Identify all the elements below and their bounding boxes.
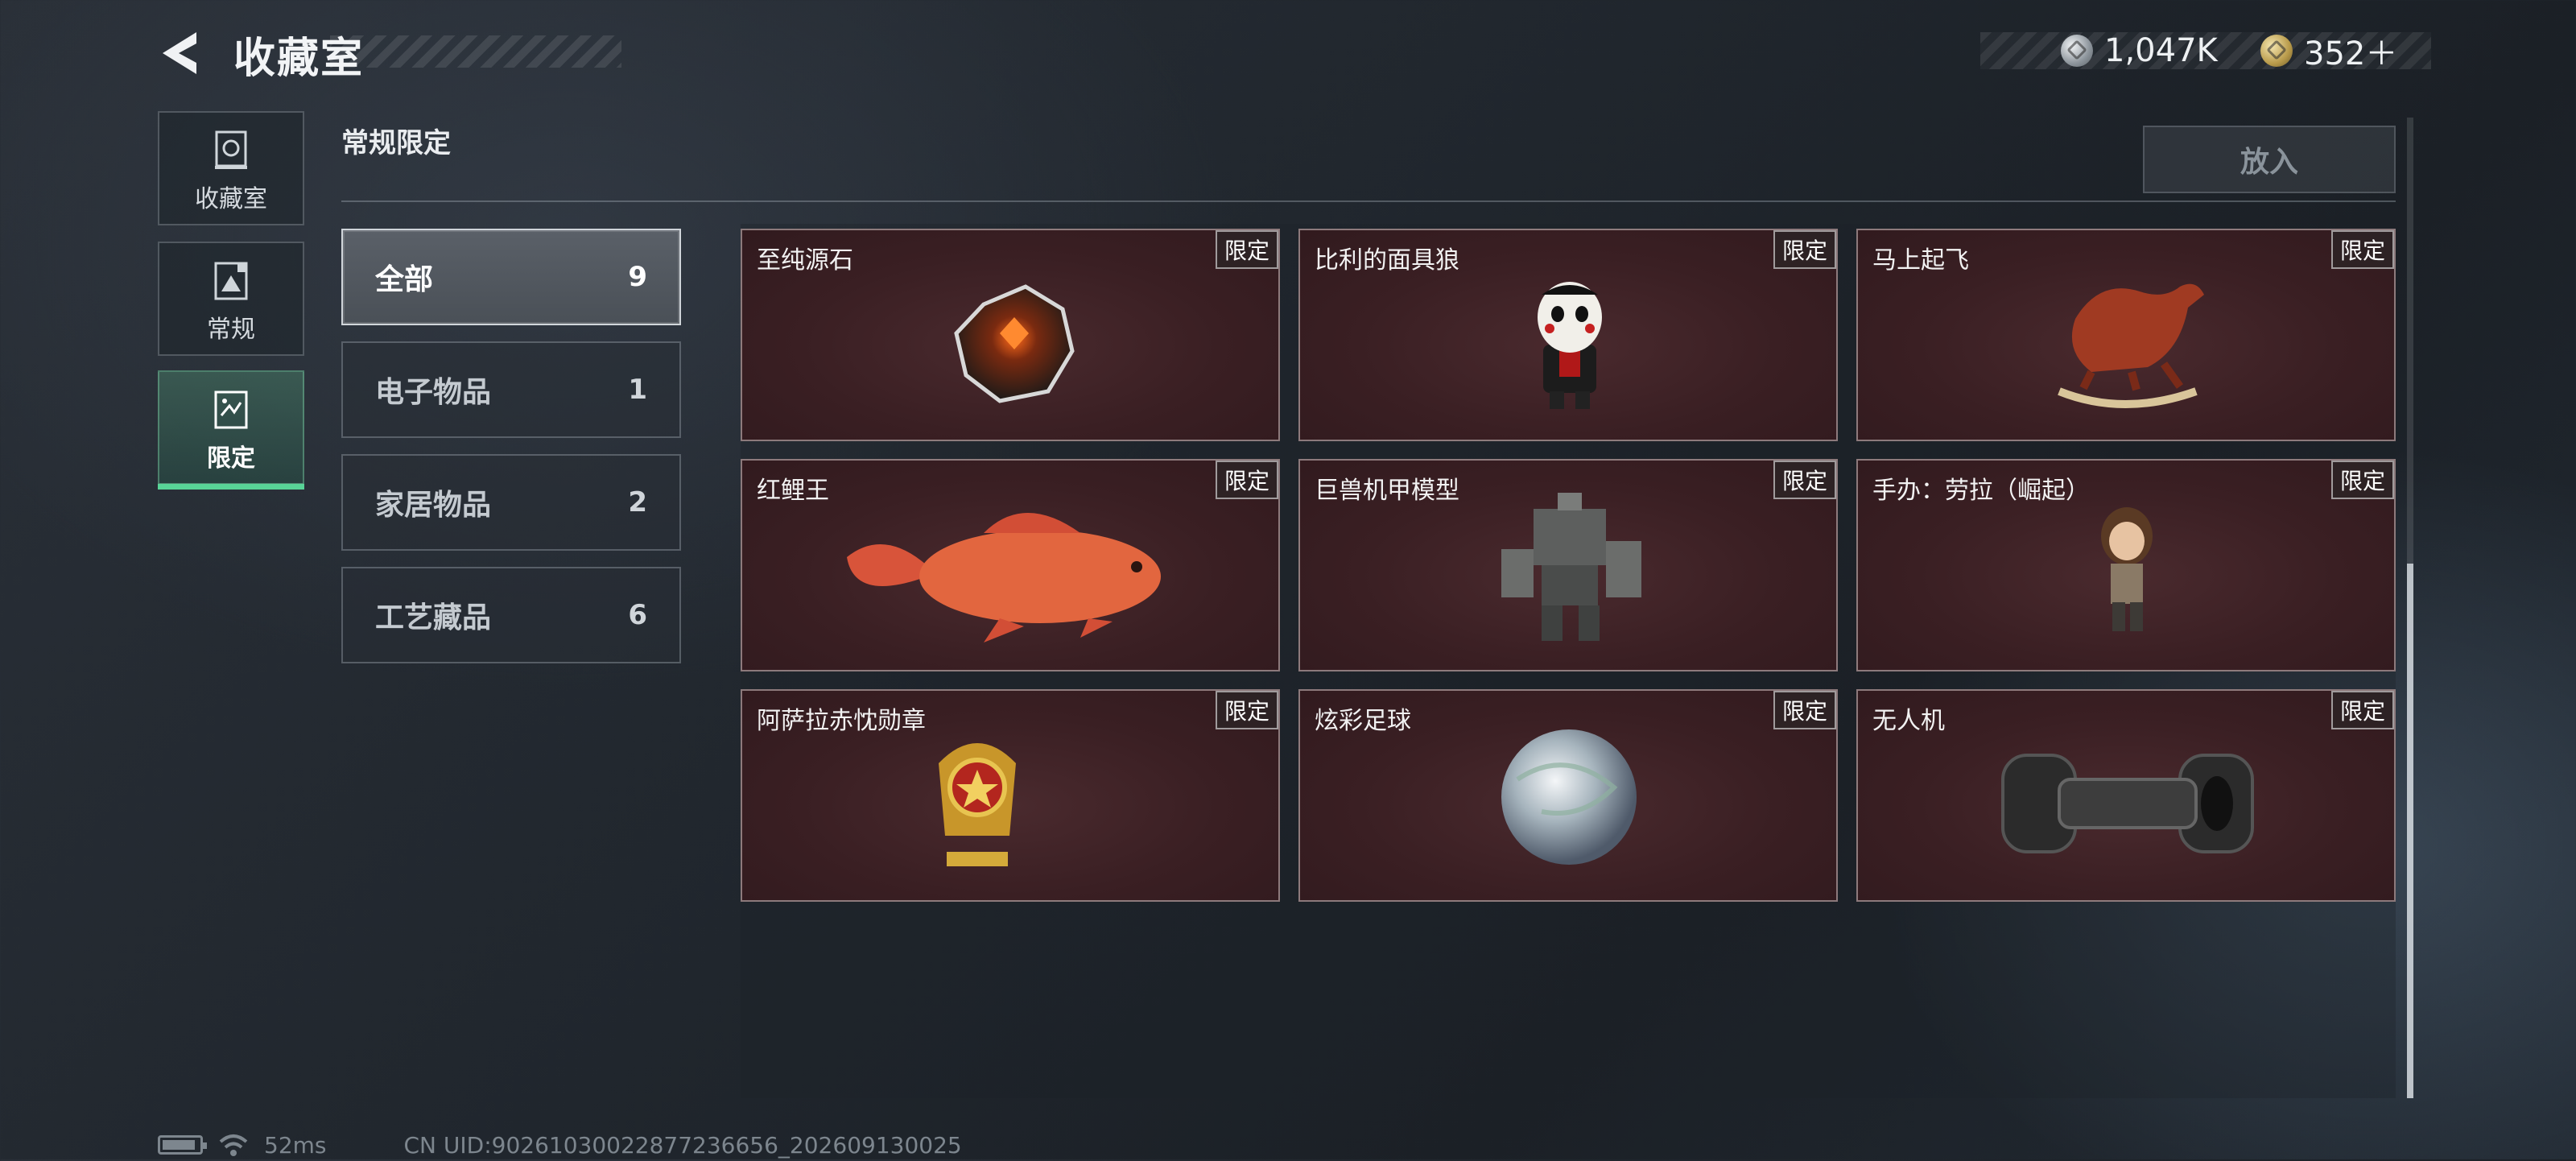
item-card[interactable]: 无人机 限定 xyxy=(1856,689,2396,902)
item-card[interactable]: 比利的面具狼 限定 xyxy=(1298,229,1838,441)
nav-tab-regular[interactable]: 常规 xyxy=(158,242,304,356)
nav-tab-limited[interactable]: 限定 xyxy=(158,370,304,490)
section-title: 常规限定 xyxy=(341,127,451,159)
item-name: 至纯源石 xyxy=(757,246,853,275)
title-decoration xyxy=(330,35,621,68)
silver-coin-icon xyxy=(2061,35,2093,67)
category-label: 家居物品 xyxy=(375,489,492,522)
item-name: 手办：劳拉（崛起） xyxy=(1872,477,2090,505)
limited-badge: 限定 xyxy=(1216,230,1278,269)
silver-currency: 1,047K xyxy=(2061,32,2218,69)
gold-coin-icon xyxy=(2260,35,2293,67)
item-card[interactable]: 阿萨拉赤忱勋章 限定 xyxy=(741,689,1280,902)
limited-badge: 限定 xyxy=(1773,461,1836,499)
category-label: 电子物品 xyxy=(375,376,492,409)
item-card[interactable]: 巨兽机甲模型 限定 xyxy=(1298,459,1838,671)
nav-label: 收藏室 xyxy=(195,185,267,213)
item-name: 红鲤王 xyxy=(757,477,829,505)
limited-badge: 限定 xyxy=(1216,691,1278,729)
item-card[interactable]: 红鲤王 限定 xyxy=(741,459,1280,671)
item-card[interactable]: 马上起飞 限定 xyxy=(1856,229,2396,441)
limited-card-icon xyxy=(214,390,248,429)
uid-text: CN UID:9026103002287723665​6_20260913002… xyxy=(403,1131,962,1159)
limited-badge: 限定 xyxy=(1773,230,1836,269)
nav-label: 限定 xyxy=(207,444,255,473)
item-card[interactable]: 手办：劳拉（崛起） 限定 xyxy=(1856,459,2396,671)
category-crafts[interactable]: 工艺藏品 6 xyxy=(341,567,681,663)
limited-badge: 限定 xyxy=(2331,461,2394,499)
limited-badge: 限定 xyxy=(2331,230,2394,269)
item-name: 无人机 xyxy=(1872,707,1945,735)
limited-badge: 限定 xyxy=(1216,461,1278,499)
category-count: 6 xyxy=(628,599,647,631)
status-footer: 52ms CN UID:9026103002287723665​6_202609… xyxy=(158,1129,962,1161)
gold-amount: 352＋ xyxy=(2304,35,2398,72)
put-in-button[interactable]: 放入 xyxy=(2143,126,2396,193)
battery-icon xyxy=(158,1135,207,1155)
category-count: 1 xyxy=(628,374,647,406)
category-label: 工艺藏品 xyxy=(375,601,492,634)
item-card[interactable]: 炫彩足球 限定 xyxy=(1298,689,1838,902)
gold-currency[interactable]: 352＋ xyxy=(2260,32,2397,72)
item-name: 阿萨拉赤忱勋章 xyxy=(757,707,926,735)
category-all[interactable]: 全部 9 xyxy=(341,229,681,325)
wifi-icon xyxy=(219,1134,248,1156)
limited-badge: 限定 xyxy=(2331,691,2394,729)
back-arrow-icon[interactable] xyxy=(158,29,206,77)
scrollbar-thumb[interactable] xyxy=(2407,564,2413,1098)
page-title: 收藏室 xyxy=(233,35,365,83)
category-label: 全部 xyxy=(375,263,434,296)
image-card-icon xyxy=(214,262,248,300)
nav-label: 常规 xyxy=(207,316,255,344)
silver-amount: 1,047K xyxy=(2104,32,2218,69)
limited-badge: 限定 xyxy=(1773,691,1836,729)
item-name: 炫彩足球 xyxy=(1315,707,1411,735)
category-household[interactable]: 家居物品 2 xyxy=(341,454,681,551)
item-name: 马上起飞 xyxy=(1872,246,1969,275)
item-name: 比利的面具狼 xyxy=(1315,246,1459,275)
ping-text: 52ms xyxy=(264,1131,327,1159)
item-name: 巨兽机甲模型 xyxy=(1315,477,1459,505)
nav-tab-vault[interactable]: 收藏室 xyxy=(158,111,304,225)
divider xyxy=(341,200,2396,202)
vault-icon xyxy=(215,130,247,169)
category-electronics[interactable]: 电子物品 1 xyxy=(341,341,681,438)
category-count: 9 xyxy=(628,261,647,293)
item-card[interactable]: 至纯源石 限定 xyxy=(741,229,1280,441)
category-count: 2 xyxy=(628,486,647,519)
currency-bar: 1,047K 352＋ xyxy=(1980,32,2431,72)
